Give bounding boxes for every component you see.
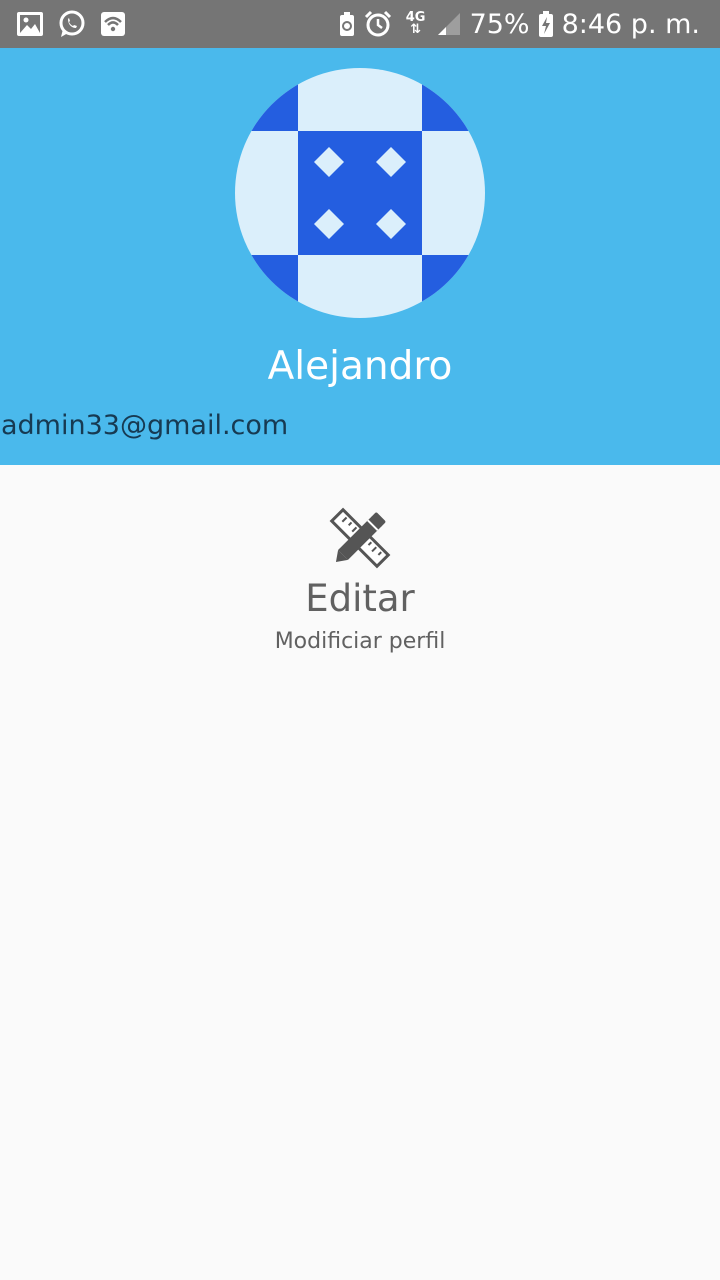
battery-percent: 75% bbox=[469, 8, 530, 40]
status-bar-system: 4G ⇅ 75% 8:46 p. m. bbox=[338, 4, 700, 44]
user-name: Alejandro bbox=[267, 344, 453, 389]
data-arrows-icon: ⇅ bbox=[410, 22, 422, 37]
edit-profile-button[interactable]: Editar Modificiar perfil bbox=[210, 495, 510, 670]
status-bar-notifications bbox=[16, 8, 126, 40]
wifi-icon bbox=[101, 12, 125, 36]
alarm-icon bbox=[364, 10, 391, 37]
network-type-indicator: 4G ⇅ bbox=[404, 11, 428, 37]
whatsapp-icon bbox=[59, 10, 85, 37]
image-notification-icon bbox=[17, 12, 43, 36]
checkerboard-pattern-avatar bbox=[235, 68, 485, 318]
user-email: admin33@gmail.com bbox=[1, 410, 289, 441]
status-bar: 4G ⇅ 75% 8:46 p. m. bbox=[0, 0, 720, 48]
clock: 8:46 p. m. bbox=[561, 8, 700, 40]
battery-charging-icon bbox=[538, 11, 553, 37]
profile-header: Alejandro admin33@gmail.com bbox=[0, 48, 720, 465]
edit-subtitle: Modificiar perfil bbox=[274, 629, 446, 654]
avatar[interactable] bbox=[235, 68, 485, 318]
ruler-pencil-icon bbox=[329, 507, 391, 569]
battery-saver-icon bbox=[339, 12, 354, 36]
signal-icon bbox=[437, 13, 460, 35]
edit-title: Editar bbox=[305, 577, 415, 620]
